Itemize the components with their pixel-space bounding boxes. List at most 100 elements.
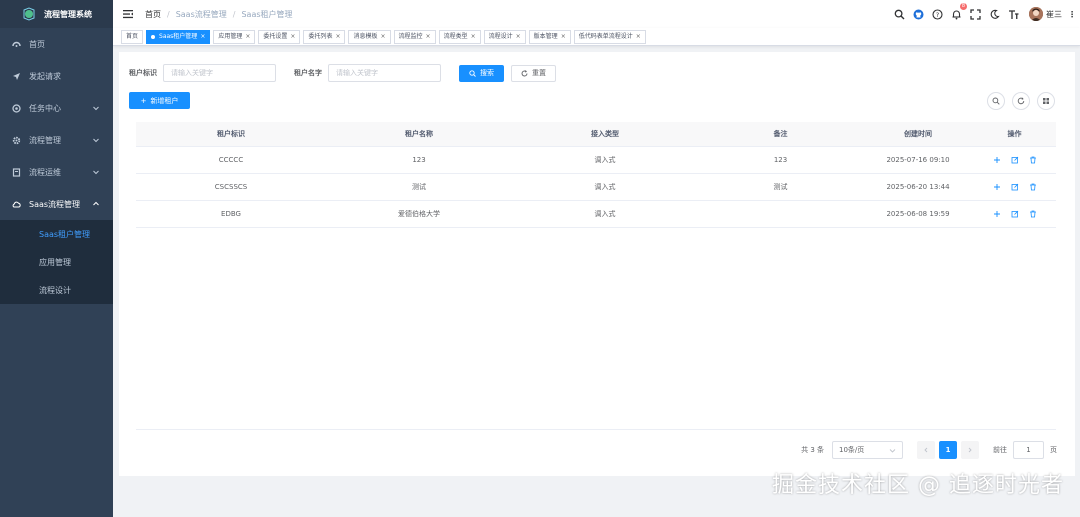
fullscreen-icon[interactable] (969, 8, 981, 20)
close-icon[interactable]: × (335, 31, 340, 43)
tag-process-type[interactable]: 流程类型 × (438, 29, 481, 44)
cell-remark: 123 (773, 156, 788, 164)
breadcrumb-item-saas-process[interactable]: Saas流程管理 (176, 9, 227, 20)
add-icon[interactable] (992, 156, 1001, 165)
active-dot-icon (151, 34, 156, 39)
tenant-name-input[interactable] (328, 64, 441, 82)
close-icon[interactable]: × (516, 31, 521, 43)
tag-label: 流程类型 (443, 32, 468, 40)
font-size-icon[interactable] (1007, 8, 1019, 20)
search-button[interactable]: 搜索 (459, 64, 504, 82)
watermark: 掘金技术社区 @ 追逐时光者 (772, 473, 1064, 498)
sidebar-item-home[interactable]: 首页 (0, 28, 113, 60)
reset-button-label: 重置 (532, 69, 546, 77)
chevron-down-icon (889, 448, 896, 453)
tenant-id-label: 租户标识 (129, 69, 157, 77)
refresh-icon[interactable] (1012, 92, 1030, 110)
goto-suffix: 页 (1050, 446, 1057, 454)
cell-access-type: 调入式 (594, 183, 616, 191)
tenant-id-input[interactable] (163, 64, 276, 82)
tag-label: 流程设计 (488, 32, 513, 40)
pagination: 共 3 条 10条/页 1 前往 1 页 (801, 441, 1057, 459)
close-icon[interactable]: × (636, 31, 641, 43)
tag-process-design[interactable]: 流程设计 × (483, 29, 526, 44)
edit-icon[interactable] (1010, 156, 1019, 165)
tag-message-template[interactable]: 消息模板 × (348, 29, 391, 44)
close-icon[interactable]: × (426, 31, 431, 43)
close-icon[interactable]: × (245, 31, 250, 43)
refresh-icon (521, 69, 528, 77)
tenant-name-label: 租户名字 (294, 69, 322, 77)
tag-home[interactable]: 首页 (121, 29, 144, 44)
breadcrumb-item-home[interactable]: 首页 (145, 9, 161, 20)
tag-delegate-list[interactable]: 委托列表 × (303, 29, 346, 44)
github-icon[interactable] (912, 8, 924, 20)
next-page-button[interactable] (961, 441, 979, 459)
add-tenant-button[interactable]: + 新增租户 (129, 92, 190, 109)
logo[interactable]: 流程管理系统 (0, 0, 113, 28)
cell-remark: 测试 (773, 183, 788, 191)
columns-icon[interactable] (1037, 92, 1055, 110)
sidebar-item-task-center[interactable]: 任务中心 (0, 92, 113, 124)
sidebar-item-saas-process[interactable]: Saas流程管理 (0, 188, 113, 220)
more-vertical-icon[interactable]: ⋮ (1068, 10, 1076, 19)
sidebar-item-process-ops[interactable]: 流程运维 (0, 156, 113, 188)
avatar[interactable] (1029, 7, 1043, 21)
delete-icon[interactable] (1028, 210, 1037, 219)
cell-created-time: 2025-06-20 13:44 (886, 183, 950, 191)
edit-icon[interactable] (1010, 210, 1019, 219)
tag-lowcode-form-design[interactable]: 低代码表单流程设计 × (573, 29, 646, 44)
tag-app-management[interactable]: 应用管理 × (213, 29, 256, 44)
cell-tenant-name: 123 (412, 156, 426, 164)
submenu-saas: Saas租户管理 应用管理 流程设计 (0, 220, 113, 304)
page-size-select[interactable]: 10条/页 (832, 441, 903, 459)
tag-delegate-settings[interactable]: 委托设置 × (258, 29, 301, 44)
close-icon[interactable]: × (561, 31, 566, 43)
breadcrumb-separator: / (232, 9, 236, 19)
submenu-item-tenant-management[interactable]: Saas租户管理 (0, 220, 113, 248)
sidebar-item-start-request[interactable]: 发起请求 (0, 60, 113, 92)
logo-icon (23, 7, 35, 21)
sidebar-item-label: 发起请求 (29, 71, 61, 81)
submenu-item-process-design[interactable]: 流程设计 (0, 276, 113, 304)
search-icon[interactable] (893, 8, 905, 20)
edit-icon[interactable] (1010, 183, 1019, 192)
delete-icon[interactable] (1028, 156, 1037, 165)
cell-tenant-id: CSCSSCS (214, 183, 248, 191)
submenu-item-app-management[interactable]: 应用管理 (0, 248, 113, 276)
close-icon[interactable]: × (290, 31, 295, 43)
help-icon[interactable]: ? (931, 8, 943, 20)
chevron-down-icon (93, 106, 99, 111)
hamburger-icon[interactable] (121, 7, 135, 21)
sidebar-item-process-management[interactable]: 流程管理 (0, 124, 113, 156)
goto-page-input[interactable]: 1 (1013, 441, 1044, 459)
dark-mode-icon[interactable] (988, 8, 1000, 20)
column-header: 接入类型 (591, 130, 619, 138)
tag-process-monitor[interactable]: 流程监控 × (393, 29, 436, 44)
sidebar-item-label: 首页 (29, 39, 45, 49)
username[interactable]: 崔三 (1046, 9, 1062, 20)
reset-button[interactable]: 重置 (511, 64, 556, 82)
cloud-icon (11, 199, 21, 209)
table-toolbar (980, 92, 1055, 110)
search-button-label: 搜索 (480, 69, 494, 77)
page-number-button[interactable]: 1 (939, 441, 957, 459)
table-header: 租户标识 租户名称 接入类型 备注 创建时间 操作 (136, 122, 1056, 147)
cell-actions (973, 156, 1056, 165)
close-icon[interactable]: × (471, 31, 476, 43)
prev-page-button[interactable] (917, 441, 935, 459)
add-icon[interactable] (992, 183, 1001, 192)
close-icon[interactable]: × (381, 31, 386, 43)
sidebar-item-label: 流程管理 (29, 135, 61, 145)
add-tenant-label: 新增租户 (150, 96, 179, 105)
tag-tenant-management[interactable]: Saas租户管理 × (146, 29, 211, 44)
delete-icon[interactable] (1028, 183, 1037, 192)
bell-icon[interactable]: 8 (950, 3, 967, 20)
task-icon (11, 103, 21, 113)
close-icon[interactable]: × (200, 31, 205, 43)
add-icon[interactable] (992, 210, 1001, 219)
toggle-search-icon[interactable] (987, 92, 1005, 110)
top-navbar: 首页 / Saas流程管理 / Saas租户管理 ? 8 崔三 ⋮ (113, 0, 1080, 28)
clipboard-icon (11, 167, 21, 177)
tag-version-management[interactable]: 版本管理 × (528, 29, 571, 44)
